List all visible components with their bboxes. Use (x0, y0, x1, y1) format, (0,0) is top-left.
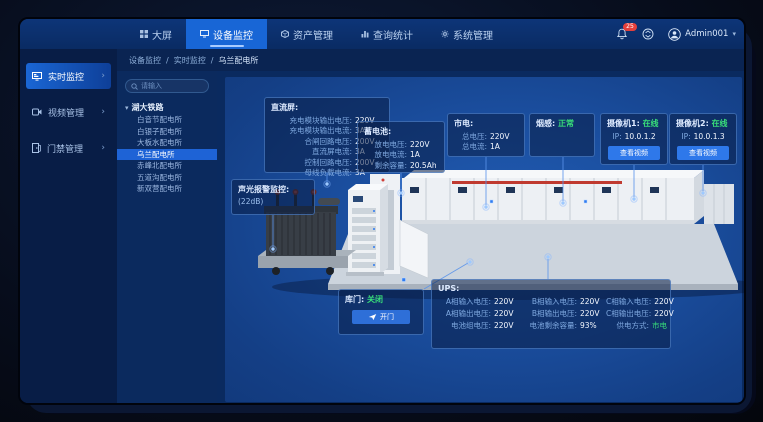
chevron-down-icon: ▾ (732, 30, 736, 38)
door-access-icon (32, 143, 41, 153)
panel-title: 库门: (345, 295, 364, 304)
station-tree-panel: ▾ 湖大铁路 白音节配电所 白银子配电所 大板水配电所 乌兰配电所 赤峰北配电所… (117, 71, 217, 405)
search-input[interactable] (141, 82, 203, 90)
mains-power-panel: 市电: 总电压:220V 总电流:1A (447, 113, 525, 157)
tree-root-node[interactable]: ▾ 湖大铁路 (117, 101, 217, 114)
sidebar-item-label: 门禁管理 (47, 142, 83, 155)
open-door-button[interactable]: 开门 (352, 310, 410, 324)
panel-title: 直流屏: (271, 102, 383, 113)
realtime-monitor-icon (32, 72, 42, 81)
switchgear-cabinets (402, 170, 704, 224)
smoke-sensor-panel: 烟感: 正常 (529, 113, 595, 157)
tab-system[interactable]: 系统管理 (427, 19, 507, 49)
camera2-panel: 摄像机2: 在线 IP:10.0.1.3 查看视频 (669, 113, 737, 165)
tab-label: 设备监控 (213, 27, 253, 42)
app-window: 大屏 设备监控 资产管理 查询统计 (18, 17, 746, 405)
sidebar-item-video-manage[interactable]: 视频管理 › (26, 99, 111, 125)
sidebar-item-label: 视频管理 (48, 106, 84, 119)
sidebar-item-access-control[interactable]: 门禁管理 › (26, 135, 111, 161)
panel-title: 摄像机1: (607, 119, 640, 128)
breadcrumb: 设备监控 / 实时监控 / 乌兰配电所 (117, 49, 746, 71)
battery-panel: 蓄电池: 放电电压:220V 放电电流:1A 剩余容量:20.5Ah (357, 121, 445, 173)
tree-item-station[interactable]: 赤峰北配电所 (117, 160, 217, 172)
navbar-right-cluster: 25 Admin001 ▾ (616, 19, 736, 49)
breadcrumb-item[interactable]: 设备监控 (129, 55, 161, 66)
view-video-button[interactable]: 查看视频 (677, 146, 729, 160)
camera2-ip: 10.0.1.3 (694, 132, 725, 141)
panel-title: 摄像机2: (676, 119, 709, 128)
user-menu[interactable]: Admin001 ▾ (668, 28, 736, 41)
camera1-panel: 摄像机1: 在线 IP:10.0.1.2 查看视频 (600, 113, 668, 165)
breadcrumb-item[interactable]: 实时监控 (174, 55, 206, 66)
username: Admin001 (685, 29, 728, 39)
sound-light-alarm-panel: 声光报警监控: (22dB) (231, 179, 315, 215)
video-camera-icon (32, 108, 42, 116)
right-cabinets (704, 184, 734, 224)
camera1-status: 在线 (643, 119, 659, 128)
breadcrumb-separator: / (166, 56, 169, 65)
smoke-status: 正常 (558, 119, 574, 128)
sidebar: 实时监控 › 视频管理 › 门禁管理 › (20, 49, 117, 405)
panel-title: 市电: (454, 118, 518, 129)
nav-tabs: 大屏 设备监控 资产管理 查询统计 (126, 19, 507, 49)
camera1-ip: 10.0.1.2 (625, 132, 656, 141)
big-screen-icon (140, 30, 148, 38)
sidebar-item-label: 实时监控 (48, 70, 84, 83)
asset-box-icon (281, 30, 289, 38)
chevron-right-icon: › (101, 143, 105, 153)
tree-search-box[interactable] (125, 79, 209, 93)
tree-item-station-selected[interactable]: 乌兰配电所 (117, 149, 217, 161)
gear-icon (441, 30, 449, 38)
power-supply-mode: 市电 (652, 320, 676, 331)
breadcrumb-current: 乌兰配电所 (218, 55, 258, 66)
tree-item-station[interactable]: 白银子配电所 (117, 126, 217, 138)
monitor-icon (200, 30, 209, 38)
ups-grid: A相输入电压:220V B相输入电压:220V C相输入电压:220V A相输出… (438, 295, 664, 331)
fullscreen-icon (642, 28, 654, 40)
tab-label: 查询统计 (373, 27, 413, 42)
chevron-right-icon: › (101, 107, 105, 117)
panel-title: UPS: (438, 284, 664, 293)
tree-item-station[interactable]: 新双营配电所 (117, 183, 217, 195)
breadcrumb-separator: / (211, 56, 214, 65)
fullscreen-button[interactable] (642, 25, 654, 44)
caret-down-icon: ▾ (125, 104, 129, 112)
floor-marker (402, 278, 406, 282)
tab-statistics[interactable]: 查询统计 (347, 19, 427, 49)
camera2-status: 在线 (712, 119, 728, 128)
notifications-button[interactable]: 25 (616, 28, 628, 40)
chevron-right-icon: › (101, 71, 105, 81)
tab-label: 资产管理 (293, 27, 333, 42)
tree-item-station[interactable]: 白音节配电所 (117, 114, 217, 126)
main-content: 直流屏: 充电模块输出电压:220V 充电模块输出电流:3A 合闸回路电压:20… (217, 71, 746, 405)
panel-title: 声光报警监控: (238, 184, 308, 195)
warehouse-door-panel: 库门: 关闭 开门 (338, 289, 424, 335)
tab-label: 大屏 (152, 27, 172, 42)
ups-panel: UPS: A相输入电压:220V B相输入电压:220V C相输入电压:220V… (431, 279, 671, 349)
notification-badge: 25 (623, 23, 637, 31)
tree-root-label: 湖大铁路 (132, 102, 164, 113)
panel-title: 蓄电池: (364, 126, 438, 137)
user-avatar-icon (668, 28, 681, 41)
tab-label: 系统管理 (453, 27, 493, 42)
tree-item-station[interactable]: 大板水配电所 (117, 137, 217, 149)
tree-item-station[interactable]: 五道沟配电所 (117, 172, 217, 184)
panel-title: 烟感: (536, 119, 555, 128)
tab-assets[interactable]: 资产管理 (267, 19, 347, 49)
chart-bars-icon (361, 30, 369, 38)
battery-cabinet (346, 184, 388, 276)
top-navbar: 大屏 设备监控 资产管理 查询统计 (20, 19, 746, 49)
noise-value: (22dB) (238, 197, 308, 206)
tab-device-monitor[interactable]: 设备监控 (186, 19, 267, 49)
view-video-button[interactable]: 查看视频 (608, 146, 660, 160)
search-icon (131, 83, 138, 90)
door-status: 关闭 (367, 295, 383, 304)
send-icon (368, 313, 377, 321)
tab-dashboard[interactable]: 大屏 (126, 19, 186, 49)
sidebar-item-realtime-monitor[interactable]: 实时监控 › (26, 63, 111, 89)
